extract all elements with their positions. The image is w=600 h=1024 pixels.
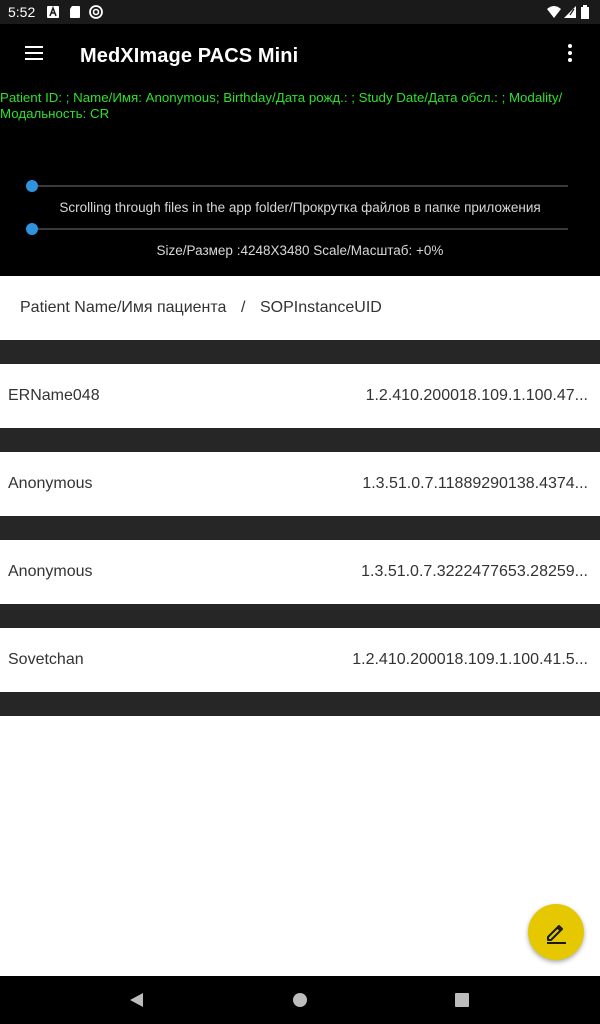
sop-instance-uid: 1.3.51.0.7.11889290138.4374...: [362, 475, 588, 492]
patient-name: Sovetchan: [8, 651, 84, 668]
patient-name: Anonymous: [8, 563, 93, 580]
hamburger-menu-icon[interactable]: [22, 44, 46, 62]
signal-icon: [564, 6, 576, 18]
battery-icon: [581, 5, 589, 19]
a-notification-icon: [47, 5, 59, 18]
slider-thumb[interactable]: [26, 223, 38, 235]
home-icon[interactable]: [290, 990, 310, 1010]
sync-icon: [89, 5, 103, 19]
patient-info: Patient ID: ; Name/Имя: Anonymous; Birth…: [0, 90, 563, 121]
status-time: 5:52: [8, 4, 36, 20]
viewer-header: MedXImage PACS Mini Patient ID: ; Name/И…: [0, 24, 600, 276]
file-scroll-slider-top[interactable]: [24, 176, 570, 196]
list-item[interactable]: Anonymous 1.3.51.0.7.11889290138.4374...: [0, 452, 600, 516]
status-bar: 5:52: [0, 0, 600, 24]
more-vert-icon[interactable]: [562, 42, 578, 64]
sop-instance-uid: 1.2.410.200018.109.1.100.47...: [365, 387, 588, 404]
slider-thumb[interactable]: [26, 180, 38, 192]
slider-track: [32, 185, 568, 187]
file-list: ERName048 1.2.410.200018.109.1.100.47...…: [0, 340, 600, 716]
list-item[interactable]: Sovetchan 1.2.410.200018.109.1.100.41.5.…: [0, 628, 600, 692]
edit-fab-button[interactable]: [528, 904, 584, 960]
wifi-icon: [547, 6, 561, 18]
file-scroll-slider-bottom[interactable]: [24, 219, 570, 239]
column-sop-instance-uid: SOPInstanceUID: [260, 299, 382, 316]
column-divider: /: [241, 299, 246, 316]
app-title: MedXImage PACS Mini: [80, 45, 299, 67]
size-scale-info: Size/Размер :4248X3480 Scale/Масштаб: +0…: [156, 243, 444, 258]
recents-icon[interactable]: [452, 990, 472, 1010]
patient-name: ERName048: [8, 387, 100, 404]
patient-name: Anonymous: [8, 475, 93, 492]
list-column-header: Patient Name/Имя пациента / SOPInstanceU…: [0, 276, 600, 340]
edit-pencil-icon: [547, 925, 566, 944]
sop-instance-uid: 1.3.51.0.7.3222477653.28259...: [361, 563, 588, 580]
list-item[interactable]: Anonymous 1.3.51.0.7.3222477653.28259...: [0, 540, 600, 604]
list-separator: [0, 516, 600, 540]
column-patient-name: Patient Name/Имя пациента: [20, 299, 227, 316]
list-separator: [0, 428, 600, 452]
back-icon[interactable]: [127, 990, 147, 1010]
slider-caption: Scrolling through files in the app folde…: [59, 200, 541, 215]
system-nav-bar: [0, 976, 600, 1024]
sop-instance-uid: 1.2.410.200018.109.1.100.41.5...: [352, 651, 588, 668]
list-separator: [0, 340, 600, 364]
list-separator: [0, 604, 600, 628]
sd-card-icon: [70, 6, 80, 18]
slider-track: [32, 228, 568, 230]
list-item[interactable]: ERName048 1.2.410.200018.109.1.100.47...: [0, 364, 600, 428]
list-separator: [0, 692, 600, 716]
